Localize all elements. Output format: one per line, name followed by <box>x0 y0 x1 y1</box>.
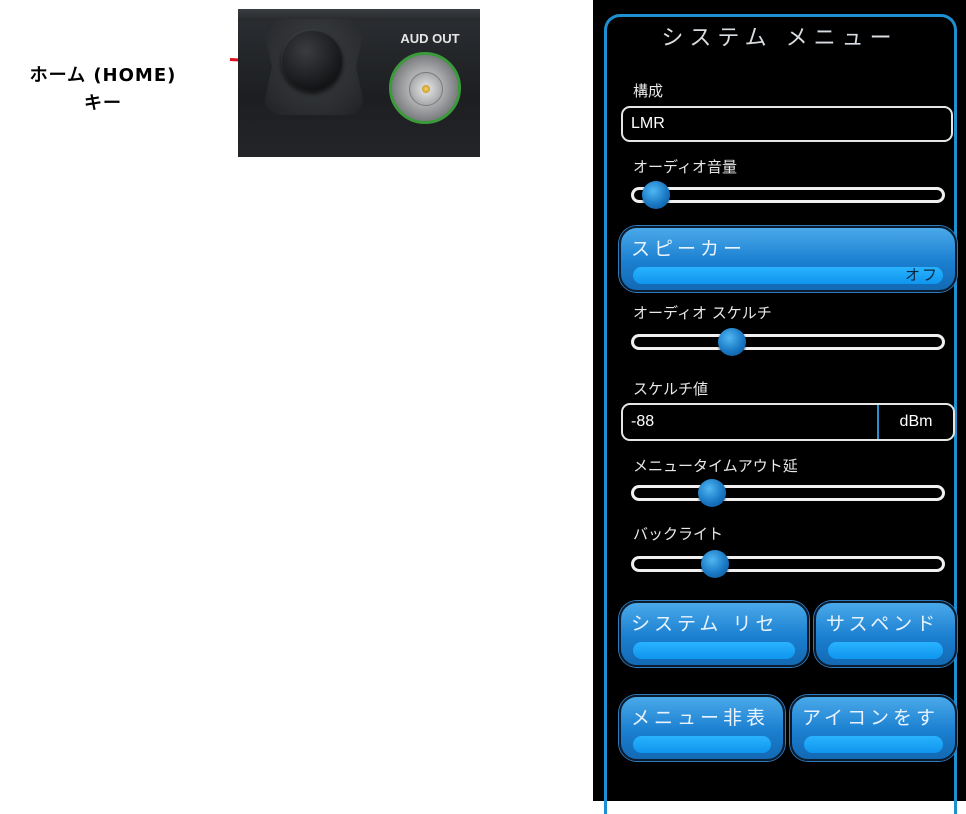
audio-squelch-label: オーディオ スケルチ <box>633 304 772 322</box>
speaker-toggle-button[interactable]: スピーカー オフ <box>619 226 957 292</box>
suspend-label: サスペンド <box>826 613 940 635</box>
suspend-bar <box>828 642 943 659</box>
squelch-value-field[interactable]: -88 dBm <box>621 403 955 441</box>
audio-squelch-thumb[interactable] <box>718 328 746 356</box>
audio-squelch-slider[interactable] <box>631 328 945 356</box>
audio-volume-thumb[interactable] <box>642 181 670 209</box>
menu-timeout-label: メニュータイムアウト延 <box>633 457 798 475</box>
squelch-value-label: スケルチ値 <box>633 380 709 398</box>
all-icons-label: アイコンをす <box>802 707 940 729</box>
menu-title: システム メニュー <box>661 26 898 51</box>
device-photo: AUD OUT <box>238 9 480 157</box>
connector-inner <box>409 72 443 106</box>
audio-volume-slider[interactable] <box>631 181 945 209</box>
connector-pin <box>422 85 430 93</box>
hide-menu-label: メニュー非表 <box>631 707 770 729</box>
squelch-value: -88 <box>631 413 655 430</box>
home-key-annotation: ホーム (HOME) キー <box>8 62 198 118</box>
system-reset-button[interactable]: システム リセ <box>619 601 809 667</box>
home-key-label-line1: ホーム (HOME) <box>29 65 177 86</box>
all-icons-button[interactable]: アイコンをす <box>790 695 957 761</box>
suspend-button[interactable]: サスペンド <box>814 601 957 667</box>
menu-timeout-thumb[interactable] <box>698 479 726 507</box>
system-reset-label: システム リセ <box>631 613 779 635</box>
config-label: 構成 <box>633 82 664 100</box>
backlight-thumb[interactable] <box>701 550 729 578</box>
backlight-slider[interactable] <box>631 550 945 578</box>
system-reset-bar <box>633 642 795 659</box>
hide-menu-button[interactable]: メニュー非表 <box>619 695 785 761</box>
system-menu-panel: システム メニュー 構成 LMR オーディオ音量 スピーカー オフ オーディオ … <box>593 0 966 814</box>
aud-out-connector <box>389 52 461 124</box>
backlight-label: バックライト <box>633 525 724 543</box>
config-field[interactable]: LMR <box>621 106 953 142</box>
speaker-value-bar <box>633 267 943 284</box>
home-key-button[interactable] <box>281 29 343 91</box>
aud-out-label: AUD OUT <box>400 31 460 46</box>
squelch-unit: dBm <box>877 405 953 439</box>
menu-timeout-slider[interactable] <box>631 479 945 507</box>
home-key-label-line2: キー <box>84 93 122 114</box>
audio-volume-label: オーディオ音量 <box>633 158 737 176</box>
hide-menu-bar <box>633 736 771 753</box>
device-top-strip <box>238 9 480 21</box>
speaker-state: オフ <box>904 266 939 284</box>
all-icons-bar <box>804 736 943 753</box>
speaker-label: スピーカー <box>631 238 747 260</box>
